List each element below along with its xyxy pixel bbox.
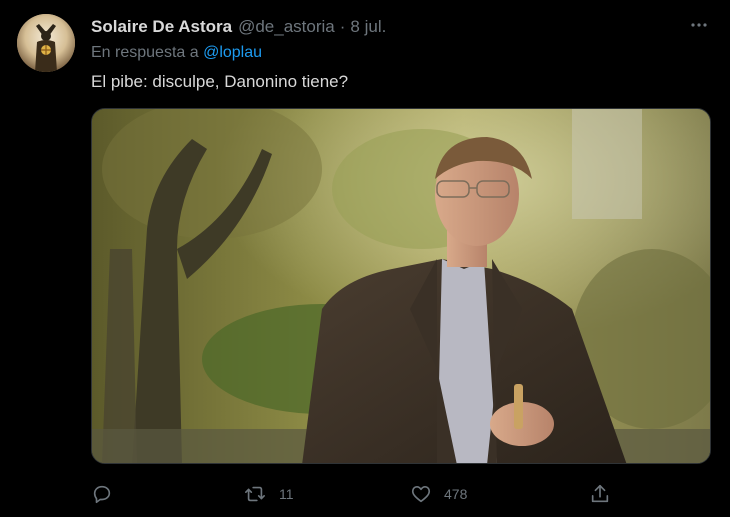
separator-dot: · xyxy=(339,17,346,36)
reply-context: En respuesta a @loplau xyxy=(91,44,262,62)
like-count: 478 xyxy=(444,486,468,502)
tweet-photo[interactable] xyxy=(91,108,711,464)
user-handle[interactable]: @de_astoria xyxy=(238,17,335,37)
tweet[interactable]: Solaire De Astora @de_astoria · 8 jul. E… xyxy=(0,0,730,517)
retweet-icon xyxy=(245,486,265,502)
display-name[interactable]: Solaire De Astora xyxy=(91,17,232,37)
tweet-header: Solaire De Astora @de_astoria · 8 jul. xyxy=(91,16,670,38)
heart-icon xyxy=(411,486,431,503)
more-options-button[interactable] xyxy=(688,14,710,36)
reply-button[interactable] xyxy=(91,480,125,508)
tweet-date[interactable]: 8 jul. xyxy=(350,17,386,37)
share-button[interactable] xyxy=(589,480,623,508)
share-icon xyxy=(591,484,609,503)
like-button[interactable]: 478 xyxy=(410,480,467,508)
avatar[interactable] xyxy=(17,14,75,72)
reply-prefix: En respuesta a xyxy=(91,44,199,61)
more-icon xyxy=(691,23,707,27)
tweet-actions: 11 478 xyxy=(91,480,711,508)
reply-icon xyxy=(93,485,111,504)
retweet-count: 11 xyxy=(279,486,294,502)
tweet-text: El pibe: disculpe, Danonino tiene? xyxy=(91,72,349,91)
reply-mention-link[interactable]: @loplau xyxy=(203,44,262,61)
retweet-button[interactable]: 11 xyxy=(243,480,294,508)
